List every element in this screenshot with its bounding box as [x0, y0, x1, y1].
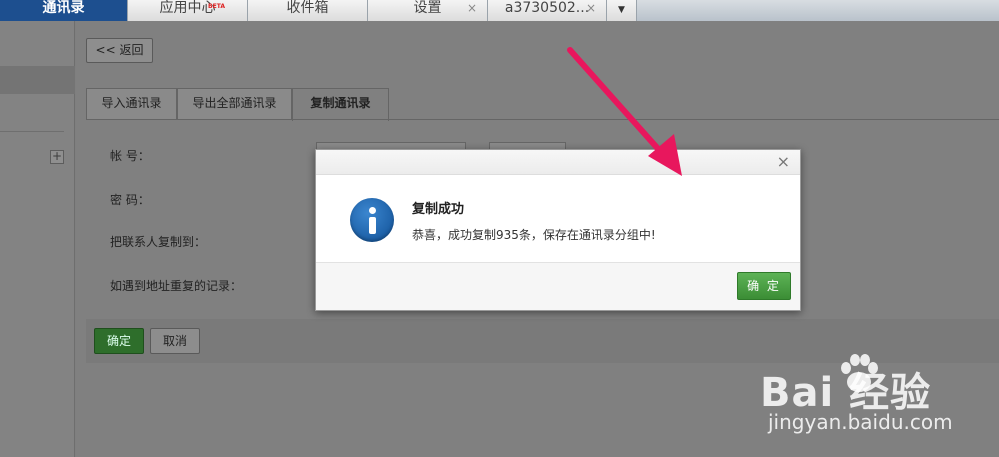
back-button[interactable]: << 返回 [86, 38, 153, 63]
sidebar-divider [0, 131, 64, 132]
sidebar: + [0, 21, 75, 457]
tab-app-center[interactable]: 应用中心 BETA [128, 0, 248, 21]
chevron-down-icon: ▼ [618, 5, 625, 15]
baidu-jingyan-watermark: Bai 经验 jingyan.baidu.com [760, 350, 990, 450]
tab-contacts[interactable]: 通讯录 [0, 0, 128, 21]
dialog-header: × [316, 150, 800, 175]
watermark-url: jingyan.baidu.com [768, 410, 953, 434]
tab-contacts-label: 通讯录 [42, 0, 85, 16]
close-icon[interactable]: × [777, 152, 790, 172]
account-label: 帐 号： [110, 149, 150, 163]
add-group-icon[interactable]: + [50, 150, 64, 164]
info-icon [350, 198, 394, 242]
annotation-arrow-icon [567, 47, 682, 176]
tab-import-contacts[interactable]: 导入通讯录 [86, 88, 177, 119]
duplicate-record-label: 如遇到地址重复的记录： [110, 279, 243, 293]
tab-inbox-label: 收件箱 [286, 0, 329, 16]
close-icon[interactable]: × [467, 0, 477, 17]
tab-inbox[interactable]: 收件箱 [248, 0, 368, 21]
confirm-button[interactable]: 确 定 [737, 272, 791, 300]
top-tab-bar: 通讯录 应用中心 BETA 收件箱 设置 × a3730502... × ▼ [0, 0, 999, 21]
tab-settings[interactable]: 设置 × [368, 0, 488, 21]
sidebar-selected-row[interactable] [0, 66, 75, 94]
dialog-footer: 确 定 [316, 262, 800, 310]
success-dialog: × 复制成功 恭喜，成功复制935条，保存在通讯录分组中! 确 定 [315, 149, 801, 311]
tab-mail-label: a3730502... [504, 0, 590, 16]
copy-to-label: 把联系人复制到： [110, 235, 207, 249]
ok-button[interactable]: 确定 [94, 328, 144, 354]
tab-mail[interactable]: a3730502... × [488, 0, 607, 21]
password-label: 密 码： [110, 193, 150, 207]
dialog-title: 复制成功 [412, 202, 465, 217]
tab-copy-contacts[interactable]: 复制通讯录 [292, 88, 389, 121]
close-icon[interactable]: × [586, 0, 596, 17]
tab-settings-label: 设置 [413, 0, 442, 16]
tab-export-all-contacts[interactable]: 导出全部通讯录 [177, 88, 292, 119]
dialog-message: 恭喜，成功复制935条，保存在通讯录分组中! [412, 228, 656, 242]
cancel-button[interactable]: 取消 [150, 328, 200, 354]
tab-dropdown-button[interactable]: ▼ [607, 0, 637, 21]
beta-badge: BETA [208, 3, 225, 10]
tab-underline [86, 119, 999, 120]
